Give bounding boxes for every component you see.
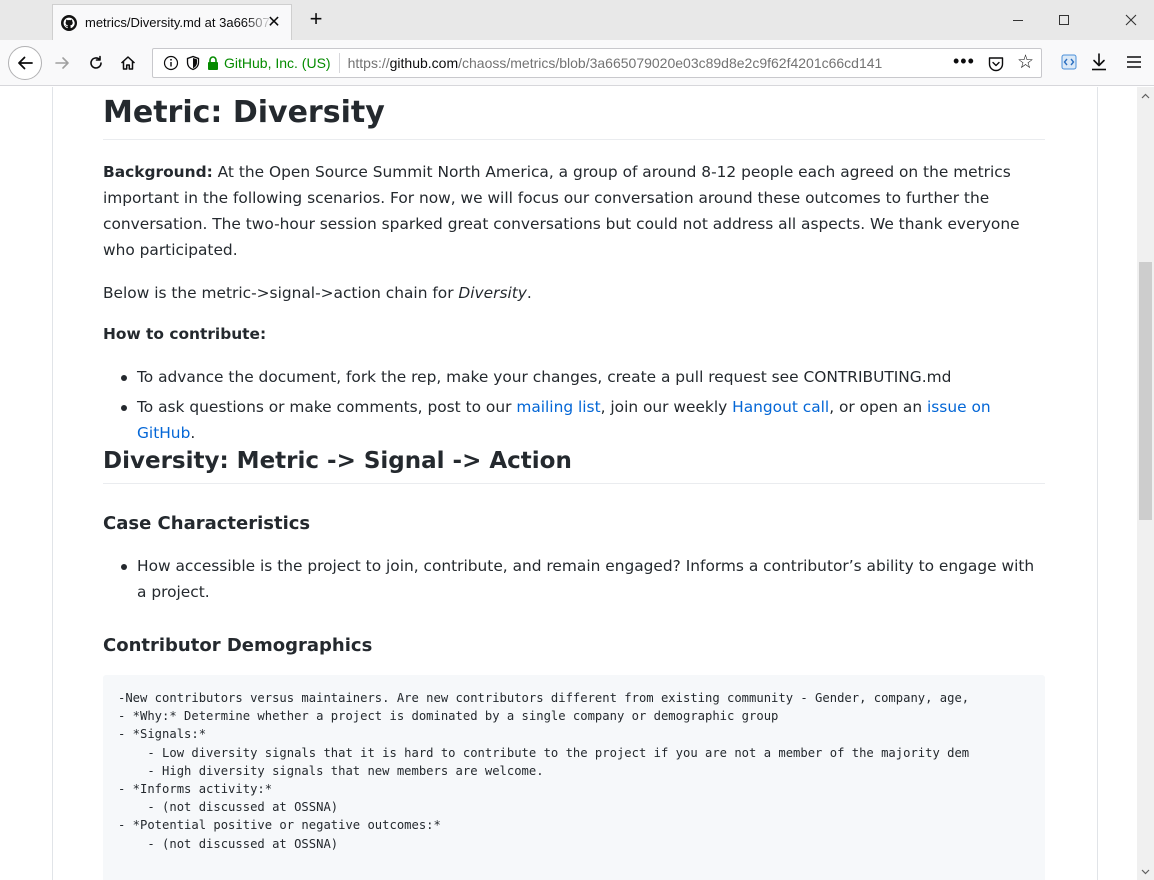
reload-icon[interactable] — [80, 47, 112, 79]
download-icon[interactable] — [1090, 52, 1108, 72]
url-path: /chaoss/metrics/blob/3a665079020e03c89d8… — [458, 55, 883, 71]
forward-arrow-icon[interactable] — [46, 47, 78, 79]
scroll-down-arrow-icon[interactable] — [1137, 863, 1154, 880]
star-icon[interactable]: ☆ — [1017, 53, 1037, 73]
list-item-text-part: , join our weekly — [600, 398, 733, 416]
list-item: How accessible is the project to join, c… — [103, 553, 1045, 605]
case-list: How accessible is the project to join, c… — [103, 553, 1045, 605]
how-to-contribute-label: How to contribute: — [103, 325, 267, 343]
pocket-icon[interactable] — [987, 55, 1005, 73]
background-label: Background: — [103, 163, 213, 181]
list-item-text: How accessible is the project to join, c… — [137, 557, 1035, 601]
code-block: -New contributors versus maintainers. Ar… — [103, 675, 1045, 880]
hamburger-menu-icon[interactable] — [1126, 54, 1142, 70]
list-item-text-part: . — [190, 424, 196, 442]
extension-icon[interactable] — [1060, 53, 1078, 71]
background-text: At the Open Source Summit North America,… — [103, 163, 1020, 259]
url-prefix: https:// — [347, 55, 390, 71]
list-item-text: To advance the document, fork the rep, m… — [137, 368, 952, 386]
url-text[interactable]: https://github.com/chaoss/metrics/blob/3… — [348, 55, 918, 71]
site-identity[interactable]: GitHub, Inc. (US) — [224, 55, 331, 71]
bullet — [121, 405, 127, 411]
scrollbar-thumb[interactable] — [1139, 262, 1152, 520]
tab-title: metrics/Diversity.md at 3a665079020e03c8… — [85, 15, 273, 30]
back-arrow-icon[interactable] — [8, 46, 42, 80]
chain-intro-period: . — [526, 284, 532, 302]
hangout-call-link[interactable]: Hangout call — [732, 398, 829, 416]
home-icon[interactable] — [112, 47, 144, 79]
maximize-icon[interactable] — [1041, 0, 1087, 40]
bullet — [121, 375, 127, 381]
window-close-icon[interactable] — [1108, 0, 1154, 40]
more-icon[interactable]: ••• — [953, 51, 975, 72]
list-item: To ask questions or make comments, post … — [103, 394, 1045, 442]
info-icon[interactable] — [163, 55, 179, 71]
close-icon[interactable]: ✕ — [265, 14, 283, 32]
url-bar[interactable]: GitHub, Inc. (US) https://github.com/cha… — [152, 48, 1042, 78]
browser-tab[interactable]: metrics/Diversity.md at 3a665079020e03c8… — [52, 4, 292, 40]
plus-icon[interactable]: + — [304, 8, 328, 32]
chain-intro-paragraph: Below is the metric->signal->action chai… — [103, 280, 1045, 306]
list-item-text-part: To ask questions or make comments, post … — [137, 398, 517, 416]
how-to-contribute-heading: How to contribute: — [103, 321, 1045, 347]
chain-intro-emphasis: Diversity — [458, 284, 527, 302]
contributor-demographics-heading: Contributor Demographics — [103, 635, 373, 656]
section-heading: Diversity: Metric -> Signal -> Action — [103, 445, 1045, 484]
browser-titlebar: metrics/Diversity.md at 3a665079020e03c8… — [0, 0, 1154, 40]
list-item-text-part: , or open an — [829, 398, 928, 416]
lock-icon — [208, 56, 218, 70]
case-characteristics-heading: Case Characteristics — [103, 513, 311, 534]
browser-navbar: GitHub, Inc. (US) https://github.com/cha… — [0, 40, 1154, 86]
page-scrollbar[interactable] — [1137, 87, 1154, 880]
page-title: Metric: Diversity — [103, 93, 1045, 140]
contribute-list: To advance the document, fork the rep, m… — [103, 364, 1045, 442]
scroll-up-arrow-icon[interactable] — [1137, 87, 1154, 104]
url-host: github.com — [389, 55, 459, 71]
mailing-list-link[interactable]: mailing list — [516, 398, 600, 416]
bullet — [121, 564, 127, 570]
minimize-icon[interactable] — [995, 0, 1041, 40]
tracking-shield-icon[interactable] — [185, 55, 201, 71]
page-viewport: Metric: Diversity Background: At the Ope… — [0, 87, 1154, 880]
github-favicon-icon — [61, 14, 77, 31]
url-separator — [338, 53, 340, 73]
chain-intro-text: Below is the metric->signal->action chai… — [103, 284, 459, 302]
list-item: To advance the document, fork the rep, m… — [103, 364, 1045, 394]
background-paragraph: Background: At the Open Source Summit No… — [103, 159, 1045, 263]
